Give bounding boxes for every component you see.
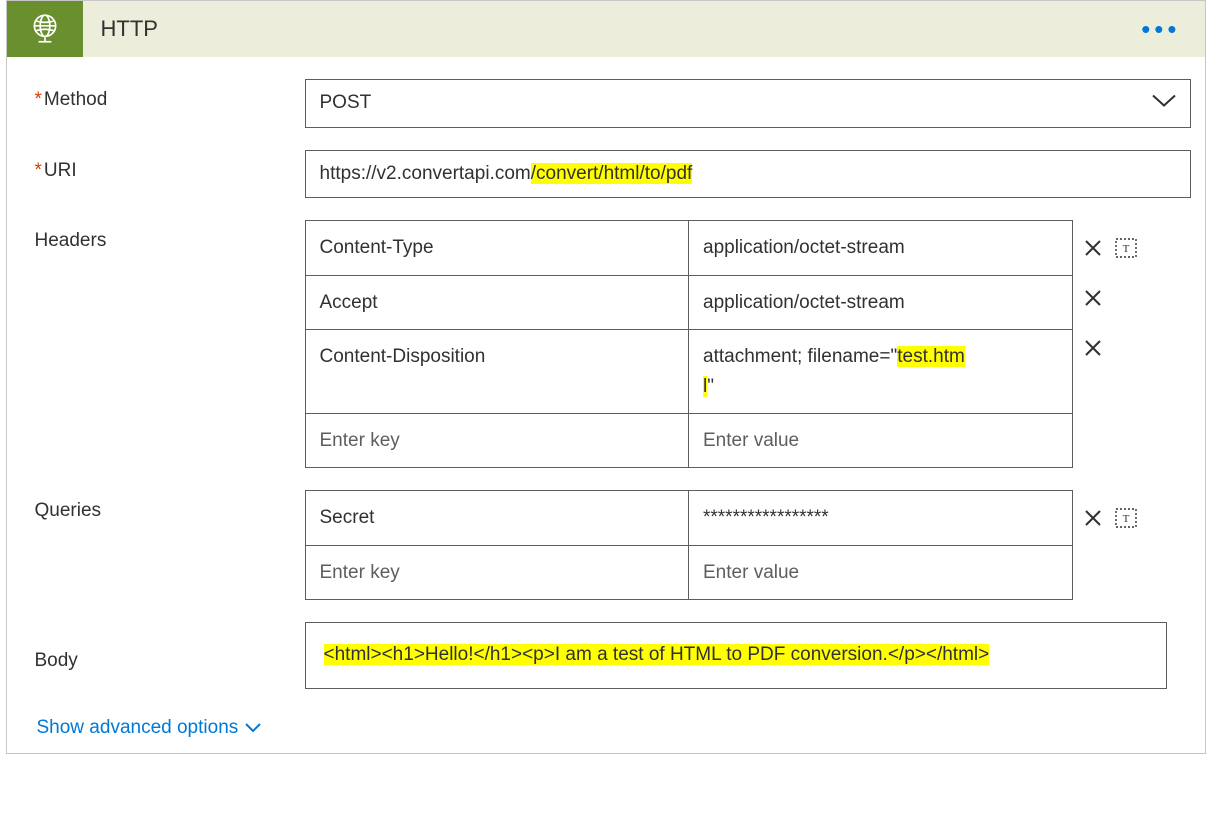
method-row: *Method POST — [35, 79, 1191, 128]
header-key-input[interactable]: Enter key — [306, 414, 690, 467]
header-key-input[interactable]: Accept — [306, 276, 690, 329]
header-key-input[interactable]: Content-Type — [306, 221, 690, 274]
header-row-1: Accept application/octet-stream — [306, 275, 1072, 329]
body-input[interactable]: <html><h1>Hello!</h1><p>I am a test of H… — [305, 622, 1167, 688]
header-key-input[interactable]: Content-Disposition — [306, 330, 690, 413]
delete-query-button[interactable] — [1081, 508, 1105, 532]
headers-row: Headers Content-Type application/octet-s… — [35, 220, 1191, 468]
header-value-input[interactable]: Enter value — [689, 414, 1072, 467]
method-value: POST — [305, 79, 1191, 128]
header-value-input[interactable]: attachment; filename="test.html" — [689, 330, 1072, 413]
method-label: *Method — [35, 79, 305, 111]
http-action-card: HTTP ••• *Method POST *URI https://v2.co… — [6, 0, 1206, 754]
svg-text:T: T — [1122, 243, 1129, 255]
text-mode-button[interactable]: T — [1115, 238, 1137, 263]
headers-actions: T — [1081, 220, 1161, 368]
delete-header-button[interactable] — [1081, 338, 1105, 362]
queries-row: Queries Secret ***************** Enter k… — [35, 490, 1191, 600]
http-icon-box — [7, 1, 83, 57]
body-label: Body — [35, 622, 305, 672]
globe-icon — [28, 12, 62, 46]
body-row: Body <html><h1>Hello!</h1><p>I am a test… — [35, 622, 1191, 688]
headers-table: Content-Type application/octet-stream Ac… — [305, 220, 1073, 468]
query-row-0: Secret ***************** — [306, 491, 1072, 544]
delete-header-button[interactable] — [1081, 238, 1105, 262]
delete-header-button[interactable] — [1081, 288, 1105, 312]
query-key-input[interactable]: Secret — [306, 491, 690, 544]
header-new-row: Enter key Enter value — [306, 413, 1072, 467]
uri-row: *URI https://v2.convertapi.com/convert/h… — [35, 150, 1191, 199]
header-row-0: Content-Type application/octet-stream — [306, 221, 1072, 274]
query-new-row: Enter key Enter value — [306, 545, 1072, 599]
method-select[interactable]: POST — [305, 79, 1191, 128]
text-mode-button[interactable]: T — [1115, 508, 1137, 533]
query-key-input[interactable]: Enter key — [306, 546, 690, 599]
query-value-input[interactable]: Enter value — [689, 546, 1072, 599]
header-value-input[interactable]: application/octet-stream — [689, 221, 1072, 274]
chevron-down-icon — [244, 722, 262, 734]
query-value-input[interactable]: ***************** — [689, 491, 1072, 544]
headers-label: Headers — [35, 220, 305, 252]
queries-actions: T — [1081, 490, 1161, 538]
queries-label: Queries — [35, 490, 305, 522]
show-advanced-options-link[interactable]: Show advanced options — [37, 717, 263, 739]
card-body: *Method POST *URI https://v2.convertapi.… — [7, 57, 1205, 753]
uri-label: *URI — [35, 150, 305, 182]
header-row-2: Content-Disposition attachment; filename… — [306, 329, 1072, 413]
card-header[interactable]: HTTP ••• — [7, 1, 1205, 57]
header-value-input[interactable]: application/octet-stream — [689, 276, 1072, 329]
card-title: HTTP — [101, 16, 1142, 42]
more-menu-button[interactable]: ••• — [1141, 14, 1204, 45]
svg-text:T: T — [1122, 513, 1129, 525]
queries-table: Secret ***************** Enter key Enter… — [305, 490, 1073, 600]
uri-input[interactable]: https://v2.convertapi.com/convert/html/t… — [305, 150, 1191, 199]
